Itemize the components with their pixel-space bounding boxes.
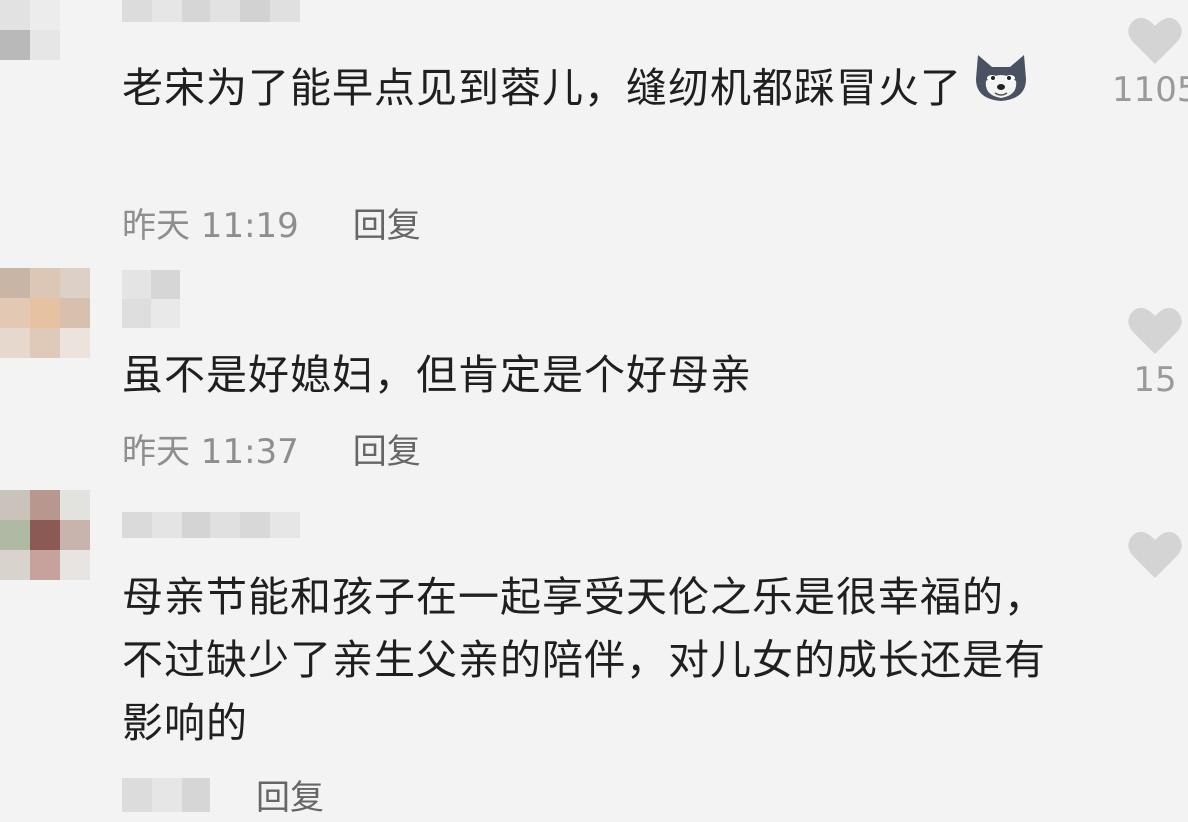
reply-button[interactable]: 回复 xyxy=(353,424,421,473)
heart-icon xyxy=(1128,307,1182,354)
comment-time: 昨天 11:37 xyxy=(122,432,299,472)
comment-time xyxy=(122,778,210,812)
avatar[interactable] xyxy=(0,490,90,580)
like-button[interactable]: 15 xyxy=(1120,304,1188,400)
comment-meta: 回复 xyxy=(256,770,324,819)
comment-text: 母亲节能和孩子在一起享受天伦之乐是很幸福的，不过缺少了亲生父亲的陪伴，对儿女的成… xyxy=(122,573,1046,747)
like-button[interactable]: 1105 xyxy=(1112,14,1188,110)
comment-meta: 昨天 11:37 回复 xyxy=(122,424,421,473)
username[interactable] xyxy=(122,512,300,538)
username[interactable] xyxy=(122,0,300,22)
like-button[interactable] xyxy=(1120,528,1188,584)
comment-meta: 昨天 11:19 回复 xyxy=(122,198,421,247)
avatar[interactable] xyxy=(0,0,60,60)
like-count: 1105 xyxy=(1112,70,1188,110)
like-count: 15 xyxy=(1133,360,1177,400)
comment-time: 昨天 11:19 xyxy=(122,206,299,246)
comment-text: 老宋为了能早点见到蓉儿，缝纫机都踩冒火了 xyxy=(122,55,1062,121)
reply-button[interactable]: 回复 xyxy=(256,770,324,819)
avatar[interactable] xyxy=(0,268,90,358)
heart-icon xyxy=(1128,17,1182,64)
reply-button[interactable]: 回复 xyxy=(353,198,421,247)
comment-text: 虽不是好媳妇，但肯定是个好母亲 xyxy=(122,351,752,399)
husky-dog-emoji xyxy=(972,51,1030,121)
username[interactable] xyxy=(122,270,180,328)
heart-icon xyxy=(1128,531,1182,578)
